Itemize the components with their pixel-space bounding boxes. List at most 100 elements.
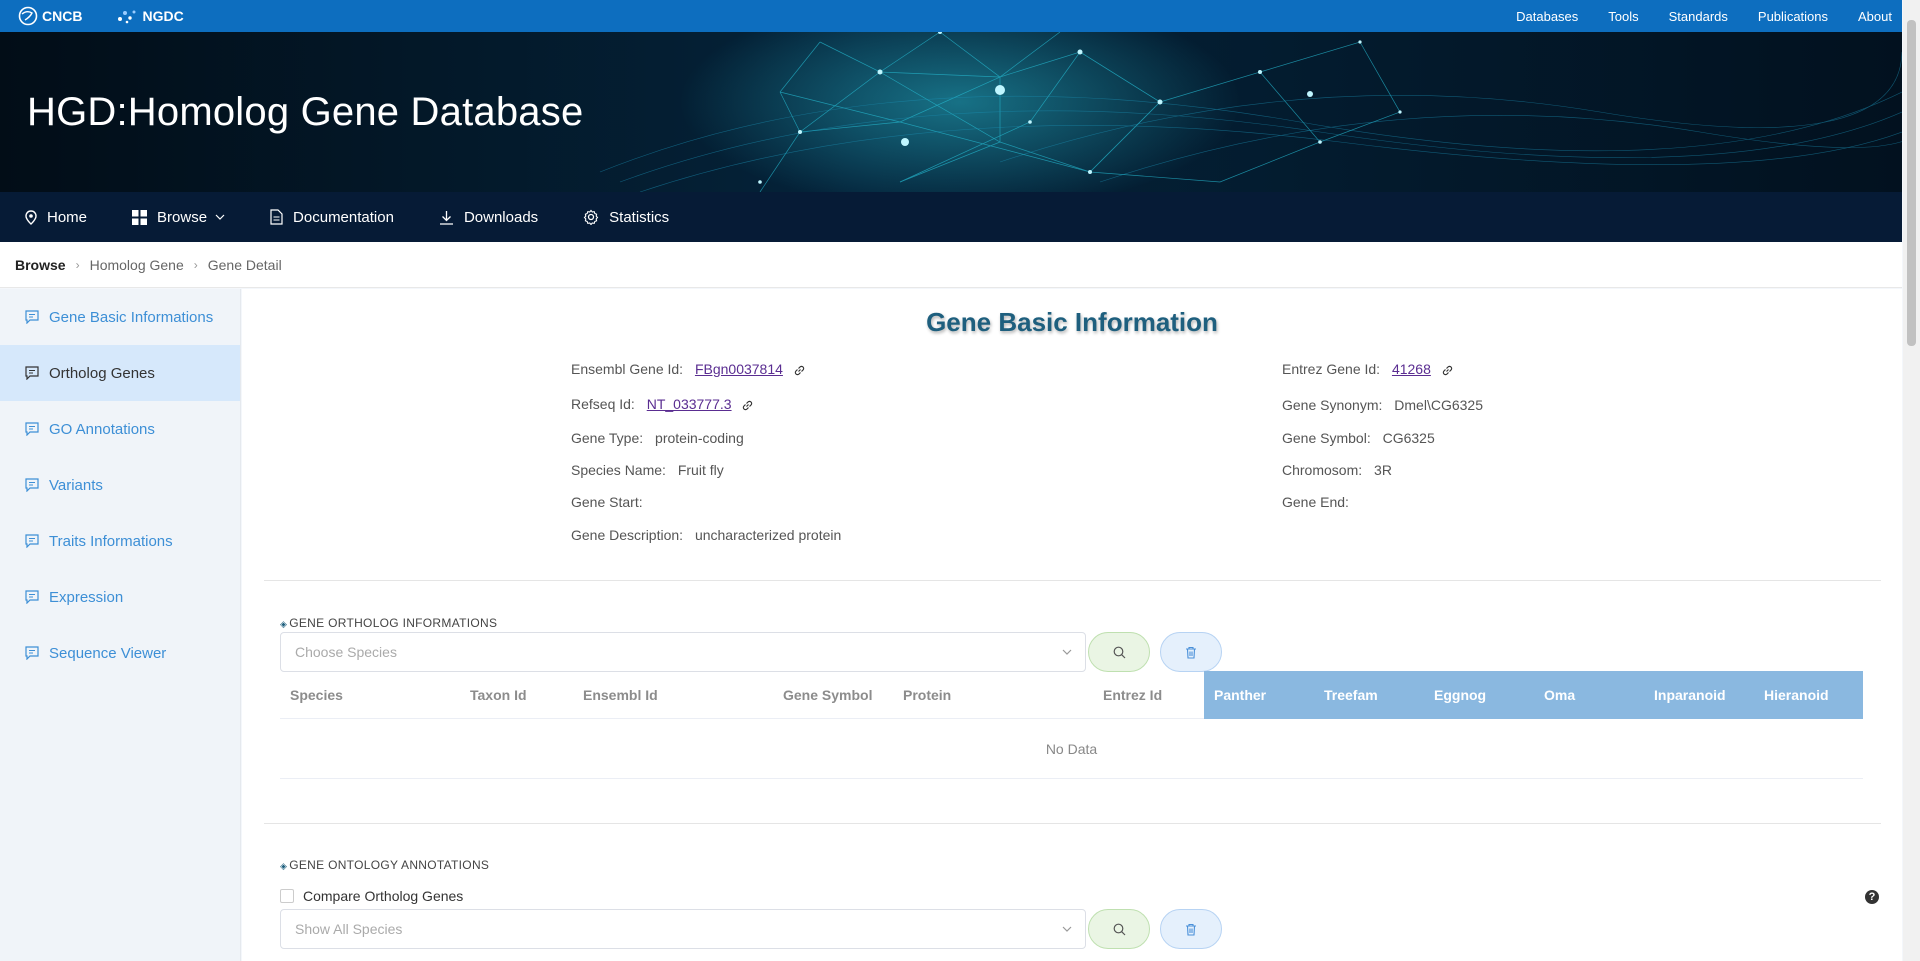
ortholog-section-title: ◈ GENE ORTHOLOG INFORMATIONS (280, 616, 497, 630)
sidebar-item-label: Sequence Viewer (49, 644, 167, 662)
go-clear-button[interactable] (1160, 909, 1222, 949)
nav-browse-label: Browse (157, 208, 208, 226)
ortholog-clear-button[interactable] (1160, 632, 1222, 672)
message-icon (25, 478, 39, 492)
entrez-link[interactable]: 41268 (1392, 361, 1431, 377)
gene-end: Gene End: (1282, 494, 1357, 510)
ensembl-gene-id: Ensembl Gene Id: FBgn0037814 (571, 361, 806, 377)
sidebar-item-label: GO Annotations (49, 420, 155, 438)
cncb-logo[interactable]: CNCB (18, 6, 82, 26)
diamond-icon: ◈ (280, 861, 288, 871)
help-icon[interactable]: ? (1865, 890, 1879, 904)
col-species[interactable]: Species (280, 671, 343, 719)
page-scrollbar[interactable] (1903, 0, 1920, 961)
external-link-icon[interactable] (793, 364, 806, 377)
sidebar-item-ortholog-genes[interactable]: Ortholog Genes (0, 345, 240, 401)
topnav-tools[interactable]: Tools (1608, 9, 1638, 24)
external-link-icon[interactable] (1441, 364, 1454, 377)
main-content: Gene Basic Information Ensembl Gene Id: … (242, 289, 1902, 961)
col-entrez-id[interactable]: Entrez Id (1093, 671, 1162, 719)
divider (264, 823, 1881, 824)
gene-synonym: Gene Synonym: Dmel\CG6325 (1282, 397, 1483, 413)
sidebar-item-expression[interactable]: Expression (0, 569, 240, 625)
ensembl-label: Ensembl Gene Id: (571, 361, 684, 377)
gene-type-value: protein-coding (655, 430, 744, 446)
gene-symbol-value: CG6325 (1382, 430, 1435, 446)
refseq-link[interactable]: NT_033777.3 (647, 396, 732, 412)
go-search-button[interactable] (1088, 909, 1150, 949)
external-link-icon[interactable] (741, 399, 754, 412)
ngdc-logo[interactable]: NGDC (116, 7, 184, 25)
nav-browse[interactable]: Browse (132, 209, 225, 226)
gear-icon (583, 209, 599, 225)
sidebar-item-label: Traits Informations (49, 532, 173, 550)
go-species-select[interactable]: Show All Species (280, 909, 1086, 949)
gene-description-value: uncharacterized protein (694, 527, 842, 543)
sidebar-item-label: Variants (49, 476, 103, 494)
topnav-about[interactable]: About (1858, 9, 1892, 24)
topnav-publications[interactable]: Publications (1758, 9, 1828, 24)
section-heading: Gene Basic Information (926, 307, 1218, 337)
sidebar-item-gene-basic[interactable]: Gene Basic Informations (0, 289, 240, 345)
checkbox[interactable] (280, 889, 294, 903)
gene-synonym-value: Dmel\CG6325 (1394, 397, 1483, 413)
col-oma[interactable]: Oma (1534, 671, 1644, 719)
gene-symbol-label: Gene Symbol: (1282, 430, 1371, 446)
species-select-placeholder: Choose Species (295, 644, 397, 660)
divider (264, 580, 1881, 581)
col-eggnog[interactable]: Eggnog (1424, 671, 1534, 719)
no-data-text: No Data (1045, 740, 1098, 757)
nav-home-label: Home (47, 208, 88, 226)
message-icon (25, 310, 39, 324)
sidebar-item-variants[interactable]: Variants (0, 457, 240, 513)
chromosome-label: Chromosom: (1282, 462, 1363, 478)
col-taxon-id[interactable]: Taxon Id (460, 671, 527, 719)
col-panther[interactable]: Panther (1204, 671, 1314, 719)
sidebar-item-sequence-viewer[interactable]: Sequence Viewer (0, 625, 240, 681)
scrollbar-thumb[interactable] (1907, 20, 1916, 346)
nav-home[interactable]: Home (25, 209, 87, 226)
compare-ortholog-label: Compare Ortholog Genes (303, 888, 464, 904)
refseq-label: Refseq Id: (571, 396, 635, 412)
search-icon (1113, 646, 1125, 658)
gene-type-label: Gene Type: (571, 430, 644, 446)
sidebar-item-traits[interactable]: Traits Informations (0, 513, 240, 569)
search-icon (1113, 923, 1125, 935)
col-protein[interactable]: Protein (893, 671, 951, 719)
species-select[interactable]: Choose Species (280, 632, 1086, 672)
sidebar-item-go-annotations[interactable]: GO Annotations (0, 401, 240, 457)
entrez-label: Entrez Gene Id: (1282, 361, 1381, 377)
ensembl-link[interactable]: FBgn0037814 (695, 361, 783, 377)
header-banner: HGD:Homolog Gene Database (0, 32, 1902, 192)
chevron-right-icon: › (193, 257, 198, 272)
cncb-logo-text: CNCB (42, 8, 83, 24)
nav-documentation[interactable]: Documentation (270, 209, 394, 226)
col-inparanoid[interactable]: Inparanoid (1644, 671, 1754, 719)
download-icon (439, 210, 453, 225)
nav-downloads[interactable]: Downloads (439, 209, 538, 226)
top-bar: CNCB NGDC Databases Tools Standards Publ… (0, 0, 1902, 32)
ortholog-search-button[interactable] (1088, 632, 1150, 672)
breadcrumb-homolog-gene[interactable]: Homolog Gene (90, 257, 184, 273)
go-species-select-placeholder: Show All Species (295, 921, 403, 937)
col-hieranoid[interactable]: Hieranoid (1754, 671, 1863, 719)
nav-statistics-label: Statistics (609, 208, 670, 226)
gene-start-label: Gene Start: (571, 494, 643, 510)
chromosome-value: 3R (1374, 462, 1392, 478)
ortholog-section-title-text: GENE ORTHOLOG INFORMATIONS (289, 616, 498, 630)
topnav-databases[interactable]: Databases (1516, 9, 1578, 24)
breadcrumb-browse[interactable]: Browse (15, 257, 66, 273)
nav-statistics[interactable]: Statistics (583, 209, 669, 226)
chevron-down-icon (215, 214, 225, 220)
col-ensembl-id[interactable]: Ensembl Id (573, 671, 658, 719)
col-gene-symbol[interactable]: Gene Symbol (773, 671, 872, 719)
breadcrumb: Browse › Homolog Gene › Gene Detail (0, 242, 1902, 288)
diamond-icon: ◈ (280, 619, 288, 629)
topnav-standards[interactable]: Standards (1669, 9, 1728, 24)
col-treefam[interactable]: Treefam (1314, 671, 1424, 719)
species-name: Species Name: Fruit fly (571, 462, 724, 478)
nav-downloads-label: Downloads (463, 208, 539, 226)
gene-start: Gene Start: (571, 494, 651, 510)
compare-ortholog-checkbox[interactable]: Compare Ortholog Genes (280, 888, 463, 904)
top-nav: Databases Tools Standards Publications A… (1486, 0, 1892, 32)
